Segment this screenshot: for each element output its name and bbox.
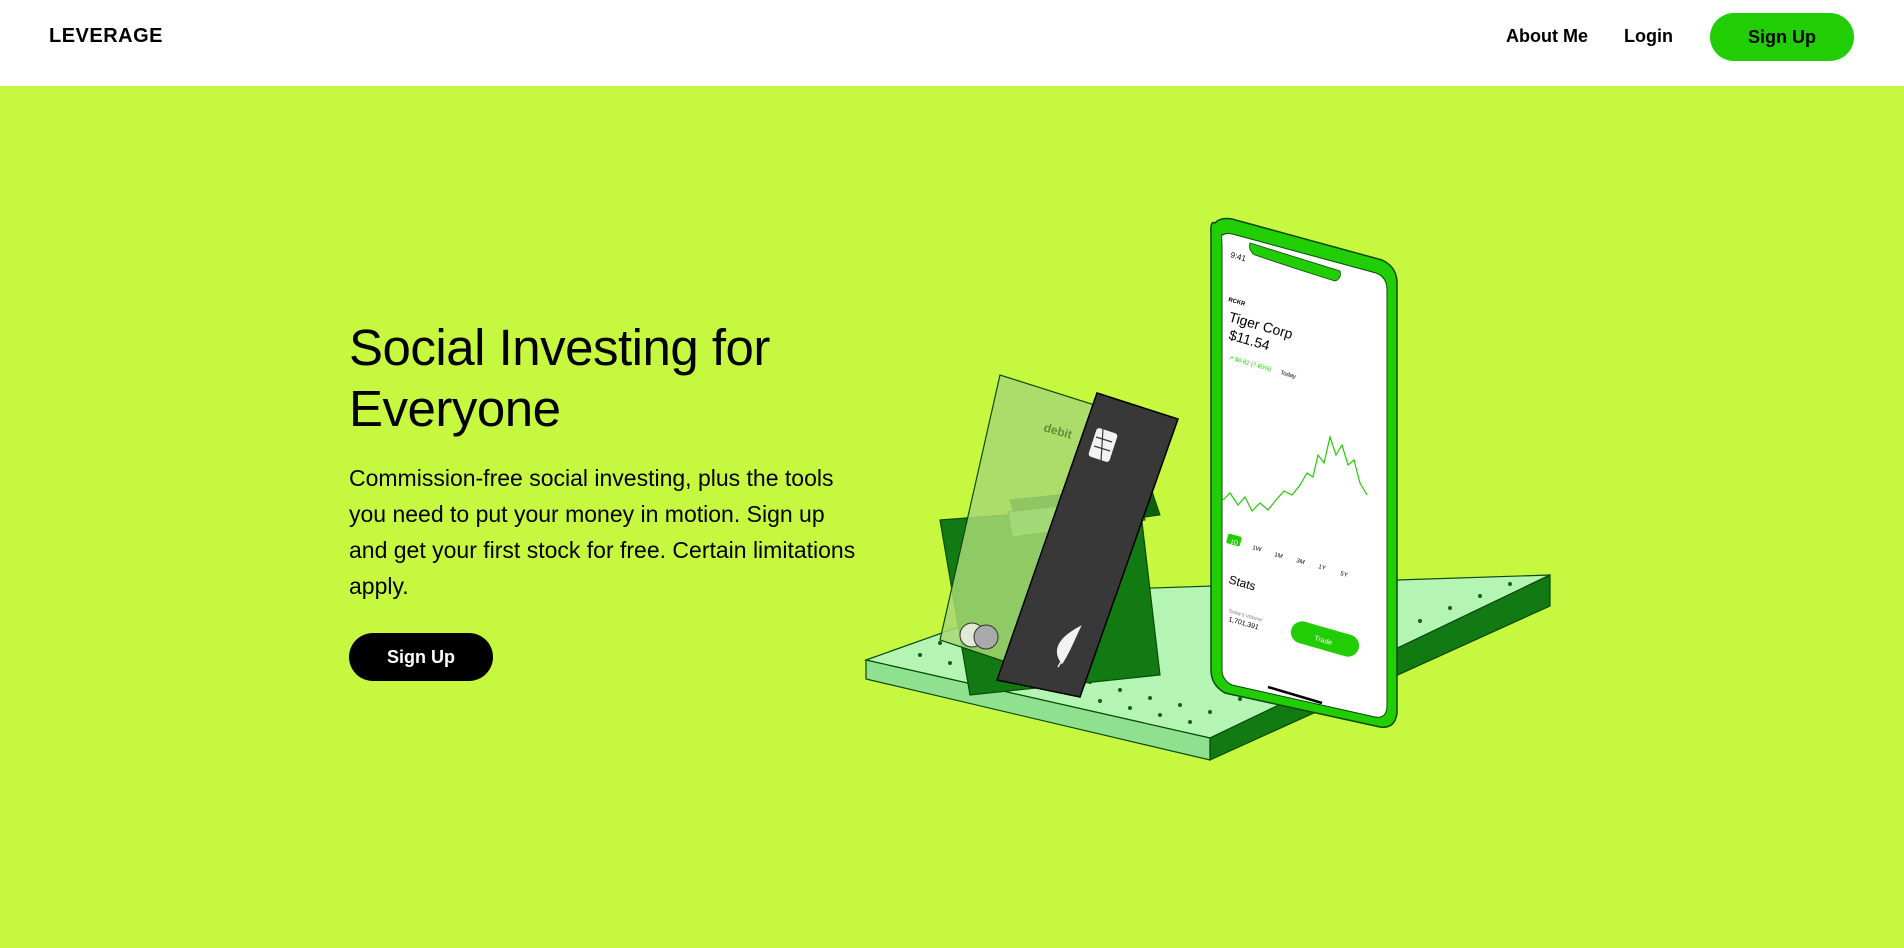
nav-link-about-me[interactable]: About Me	[1506, 26, 1588, 47]
hero-signup-button[interactable]: Sign Up	[349, 633, 493, 681]
hero-title: Social Investing for Everyone	[349, 319, 770, 437]
hero-description: Commission-free social investing, plus t…	[349, 465, 856, 599]
top-nav: LEVERAGE About Me Login Sign Up	[0, 0, 1904, 86]
phone-mockup: 9:41 RCKR Tiger Corp $11.54 ↗ $0.82 (7.6…	[1210, 217, 1398, 728]
phone-and-card-illustration: debit 9:41 RCKR Tiger Corp $11.54 ↗ $0.8…	[863, 217, 1551, 761]
nav-signup-button[interactable]: Sign Up	[1710, 13, 1854, 61]
nav-link-login[interactable]: Login	[1624, 26, 1673, 47]
logo[interactable]: LEVERAGE	[49, 25, 163, 48]
